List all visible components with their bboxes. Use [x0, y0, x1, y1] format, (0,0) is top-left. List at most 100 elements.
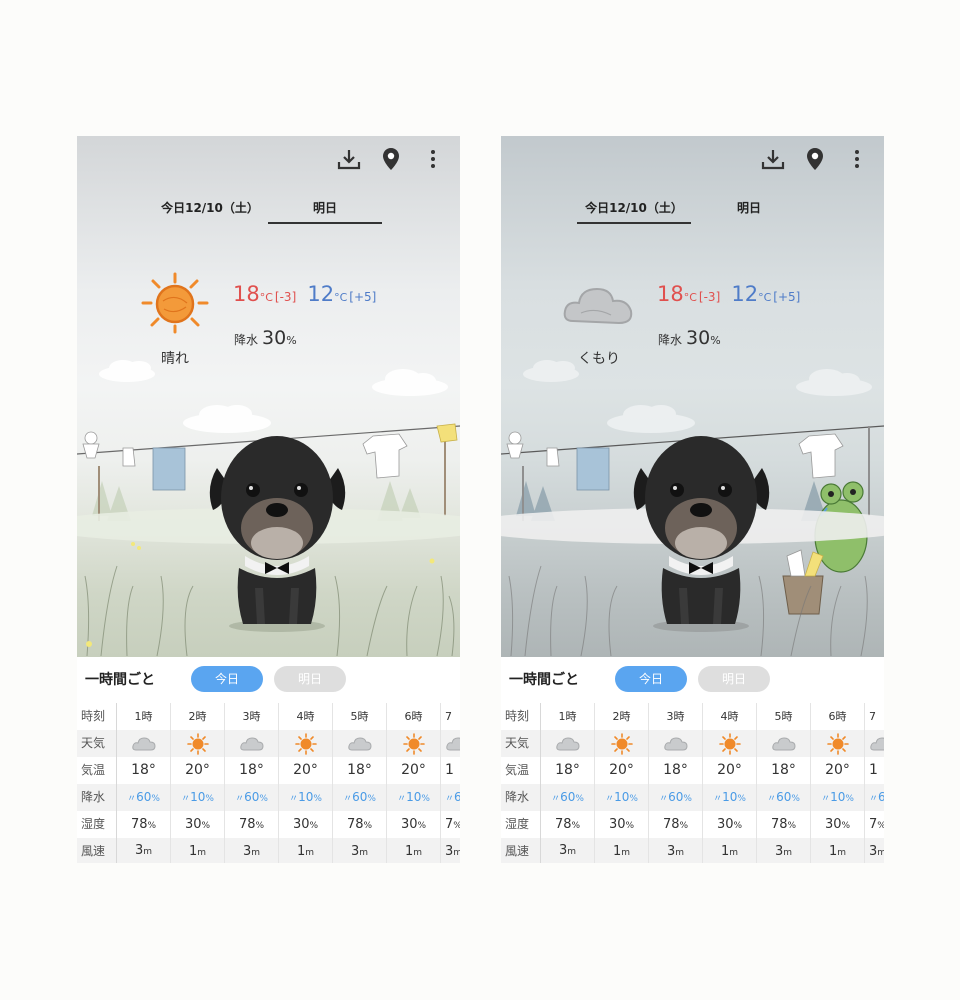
high-temp: 18°C — [657, 282, 697, 306]
cloud-icon — [865, 730, 884, 757]
row-label: 湿度 — [501, 811, 541, 838]
weather-screen-today: 今日12/10（土） 明日 晴れ 18°C [-3] 12°C [+5] 降水 30% — [77, 136, 460, 863]
tab-today[interactable]: 今日12/10（土） — [577, 198, 691, 224]
download-icon[interactable] — [336, 146, 362, 172]
cloud-icon — [225, 730, 279, 757]
row-label: 天気 — [501, 730, 541, 757]
rain-cell: 〃10% — [811, 784, 865, 811]
more-menu-icon[interactable] — [844, 146, 870, 172]
time-cell: 2時 — [171, 703, 225, 730]
time-cell: 6時 — [811, 703, 865, 730]
rain-cell: 〃10% — [595, 784, 649, 811]
temp-cell: 20° — [703, 757, 757, 784]
time-cell: 3時 — [649, 703, 703, 730]
cloud-icon — [333, 730, 387, 757]
temp-cell: 1 — [869, 762, 878, 778]
rain-cell: 〃10% — [171, 784, 225, 811]
sun-icon — [279, 730, 333, 757]
high-temp-diff: [-3] — [698, 290, 721, 304]
rain-cell: 〃6% — [445, 790, 460, 804]
rain-row: 降水〃60%〃10%〃60%〃10%〃60%〃10%〃6% — [501, 784, 884, 811]
rain-cell: 〃10% — [279, 784, 333, 811]
humidity-cell: 30% — [279, 811, 333, 838]
more-menu-icon[interactable] — [420, 146, 446, 172]
humidity-cell: 78% — [333, 811, 387, 838]
humidity-cell: 7% — [445, 817, 460, 832]
wind-cell: 3m — [225, 838, 279, 863]
tab-today[interactable]: 今日12/10（土） — [153, 198, 267, 222]
temp-cell: 20° — [387, 757, 441, 784]
temp-cell: 18° — [333, 757, 387, 784]
time-cell: 3時 — [225, 703, 279, 730]
temp-cell: 18° — [225, 757, 279, 784]
weather-scene: 今日12/10（土） 明日 くもり 18°C [-3] 12°C [+5] 降水 30… — [501, 136, 884, 657]
hourly-tomorrow-button[interactable]: 明日 — [274, 666, 346, 692]
humidity-cell: 30% — [595, 811, 649, 838]
hourly-title: 一時間ごと — [509, 672, 579, 688]
temp-cell: 20° — [279, 757, 333, 784]
low-temp-diff: [+5] — [349, 290, 377, 304]
precipitation-chance: 降水 30% — [234, 327, 297, 349]
temp-cell: 1 — [445, 762, 454, 778]
day-tabs: 今日12/10（土） 明日 — [501, 198, 884, 224]
time-cell: 1時 — [541, 703, 595, 730]
sun-icon — [595, 730, 649, 757]
time-cell: 4時 — [703, 703, 757, 730]
time-cell: 7 — [869, 710, 876, 723]
wind-cell: 1m — [595, 838, 649, 863]
hourly-today-button[interactable]: 今日 — [615, 666, 687, 692]
wind-cell: 1m — [279, 838, 333, 863]
humidity-cell: 30% — [387, 811, 441, 838]
weather-screen-tomorrow: 今日12/10（土） 明日 くもり 18°C [-3] 12°C [+5] 降水 30… — [501, 136, 884, 863]
time-cell: 5時 — [757, 703, 811, 730]
rain-cell: 〃60% — [333, 784, 387, 811]
temperature-summary: 18°C [-3] 12°C [+5] — [657, 282, 800, 306]
weather-row: 天気 — [77, 730, 460, 757]
day-tabs: 今日12/10（土） 明日 — [77, 198, 460, 224]
hourly-table[interactable]: 時刻 1時 2時 3時 4時 5時 6時 7 天気 気温 18° 20° 18° 20° 18° 20° 1 降水… — [77, 703, 460, 863]
weather-label: くもり — [578, 351, 620, 367]
cloud-icon — [541, 730, 595, 757]
location-pin-icon[interactable] — [802, 146, 828, 172]
temp-cell: 20° — [811, 757, 865, 784]
temp-row: 気温 18° 20° 18° 20° 18° 20° 1 — [77, 757, 460, 784]
cloud-icon — [561, 271, 637, 337]
row-label: 気温 — [501, 757, 541, 784]
rain-cell: 〃6% — [869, 790, 884, 804]
wind-cell: 1m — [703, 838, 757, 863]
humidity-cell: 78% — [757, 811, 811, 838]
hourly-tomorrow-button[interactable]: 明日 — [698, 666, 770, 692]
wind-row: 風速 3m 1m 3m 1m 3m 1m 3m — [501, 837, 884, 863]
time-cell: 2時 — [595, 703, 649, 730]
wind-cell: 3m — [869, 844, 884, 859]
weather-scene: 今日12/10（土） 明日 晴れ 18°C [-3] 12°C [+5] 降水 30% — [77, 136, 460, 657]
tab-tomorrow[interactable]: 明日 — [268, 198, 382, 224]
weather-label: 晴れ — [161, 351, 189, 367]
sun-icon — [703, 730, 757, 757]
time-cell: 6時 — [387, 703, 441, 730]
temp-cell: 18° — [541, 757, 595, 784]
wind-cell: 3m — [649, 838, 703, 863]
location-pin-icon[interactable] — [378, 146, 404, 172]
tab-tomorrow[interactable]: 明日 — [692, 198, 806, 222]
cloud-icon — [757, 730, 811, 757]
wind-cell: 1m — [387, 838, 441, 863]
hourly-today-button[interactable]: 今日 — [191, 666, 263, 692]
row-label: 気温 — [77, 757, 117, 784]
row-label: 時刻 — [501, 703, 541, 730]
time-cell: 5時 — [333, 703, 387, 730]
humidity-cell: 30% — [703, 811, 757, 838]
row-label: 湿度 — [77, 811, 117, 838]
rain-cell: 〃60% — [541, 784, 595, 811]
hourly-table[interactable]: 時刻 1時 2時 3時 4時 5時 6時 7 天気 気温 18° 20° 18° 20° 18° 20° 1 降水… — [501, 703, 884, 863]
rain-cell: 〃10% — [387, 784, 441, 811]
temperature-summary: 18°C [-3] 12°C [+5] — [233, 282, 376, 306]
temp-cell: 18° — [117, 757, 171, 784]
wind-cell: 1m — [171, 838, 225, 863]
rain-row: 降水〃60%〃10%〃60%〃10%〃60%〃10%〃6% — [77, 784, 460, 811]
sun-icon — [171, 730, 225, 757]
temp-cell: 20° — [595, 757, 649, 784]
cloud-icon — [649, 730, 703, 757]
wind-row: 風速 3m 1m 3m 1m 3m 1m 3m — [77, 837, 460, 863]
download-icon[interactable] — [760, 146, 786, 172]
